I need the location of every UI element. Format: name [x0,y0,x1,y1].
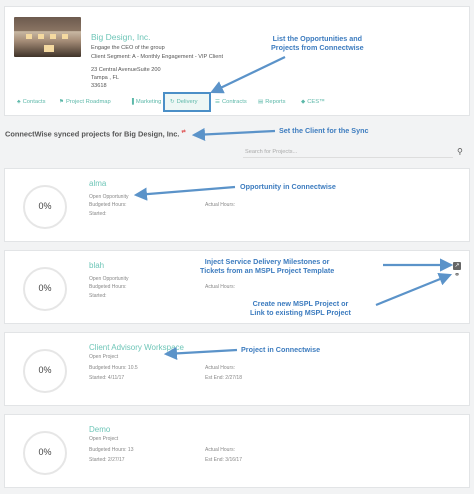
tab-project-roadmap[interactable]: ⚑ Project Roadmap [59,99,111,105]
project-name[interactable]: Client Advisory Workspace [89,343,184,352]
progress-circle: 0% [23,431,67,475]
section-title: ConnectWise synced projects for Big Desi… [5,129,186,139]
annotation-list: List the Opportunities and Projects from … [271,34,364,52]
client-segment: Client Segment: A - Monthly Engagement -… [91,54,224,60]
project-started: Started: [89,211,107,217]
roadmap-icon: ⚑ [59,99,64,105]
progress-percent: 0% [38,201,52,211]
project-status: Open Project [89,354,119,360]
progress-circle: 0% [23,349,67,393]
progress-circle: 0% [23,185,67,229]
diamond-icon: ◆ [301,99,306,105]
project-actual-hours: Actual Hours: [205,284,236,290]
progress-percent: 0% [38,283,52,293]
annotation-project: Project in Connectwise [241,345,321,354]
client-address-city: Tampa , FL [91,75,119,81]
project-status: Open Opportunity [89,194,129,200]
project-est-end: Est End: 2/27/18 [205,375,242,381]
project-name[interactable]: blah [89,261,104,270]
annotation-opportunity: Opportunity in Connectwise [240,182,336,191]
progress-percent: 0% [38,365,52,375]
sync-icon[interactable]: ⇄ [181,129,185,135]
project-budgeted-hours: Budgeted Hours: 13 [89,447,134,453]
project-actual-hours: Actual Hours: [205,447,236,453]
bar-chart-icon: ▐ [130,99,134,105]
project-card: 0% Demo Open Project Budgeted Hours: 13 … [4,414,470,488]
tab-contracts[interactable]: ☰ Contracts [215,99,247,105]
annotation-inject: Inject Service Delivery Milestones or Tic… [200,257,335,275]
project-started: Started: 2/27/17 [89,457,125,463]
project-name[interactable]: alma [89,179,106,188]
progress-percent: 0% [38,447,52,457]
project-est-end: Est End: 3/16/17 [205,457,242,463]
project-budgeted-hours: Budgeted Hours: [89,202,127,208]
project-name[interactable]: Demo [89,425,110,434]
refresh-icon: ↻ [170,99,175,105]
page-root: Big Design, Inc. Engage the CEO of the g… [0,0,474,494]
project-status: Open Opportunity [89,276,129,282]
link-icon[interactable]: ⚭ [453,272,461,280]
person-icon: ♣ [17,99,21,105]
project-actual-hours: Actual Hours: [205,202,236,208]
client-name[interactable]: Big Design, Inc. [91,32,151,42]
inject-template-icon[interactable]: ↗ [453,262,461,270]
tab-reports[interactable]: ▤ Reports [258,99,286,105]
client-photo [14,17,81,57]
project-budgeted-hours: Budgeted Hours: 10.5 [89,365,138,371]
tab-ces[interactable]: ◆ CES™ [301,99,325,105]
reports-icon: ▤ [258,99,264,105]
project-card: 0% alma Open Opportunity Budgeted Hours:… [4,168,470,242]
project-started: Started: [89,293,107,299]
client-address-zip: 33618 [91,83,107,89]
document-icon: ☰ [215,99,220,105]
annotation-set-client: Set the Client for the Sync [279,126,369,135]
project-budgeted-hours: Budgeted Hours: [89,284,127,290]
annotation-create: Create new MSPL Project or Link to existi… [250,299,351,317]
project-started: Started: 4/11/17 [89,375,125,381]
project-status: Open Project [89,436,119,442]
tab-delivery[interactable]: ↻ Delivery [170,99,198,105]
progress-circle: 0% [23,267,67,311]
arrow-set-client [191,127,276,142]
tab-contacts[interactable]: ♣ Contacts [17,99,46,105]
client-note: Engage the CEO of the group [91,45,165,51]
search-input[interactable] [243,146,453,158]
search-icon[interactable]: ⚲ [457,147,463,156]
client-address-street: 23 Central AvenueSuite 200 [91,67,161,73]
project-card: 0% Client Advisory Workspace Open Projec… [4,332,470,406]
tab-marketing[interactable]: ▐ Marketing [130,99,161,105]
project-actual-hours: Actual Hours: [205,365,236,371]
